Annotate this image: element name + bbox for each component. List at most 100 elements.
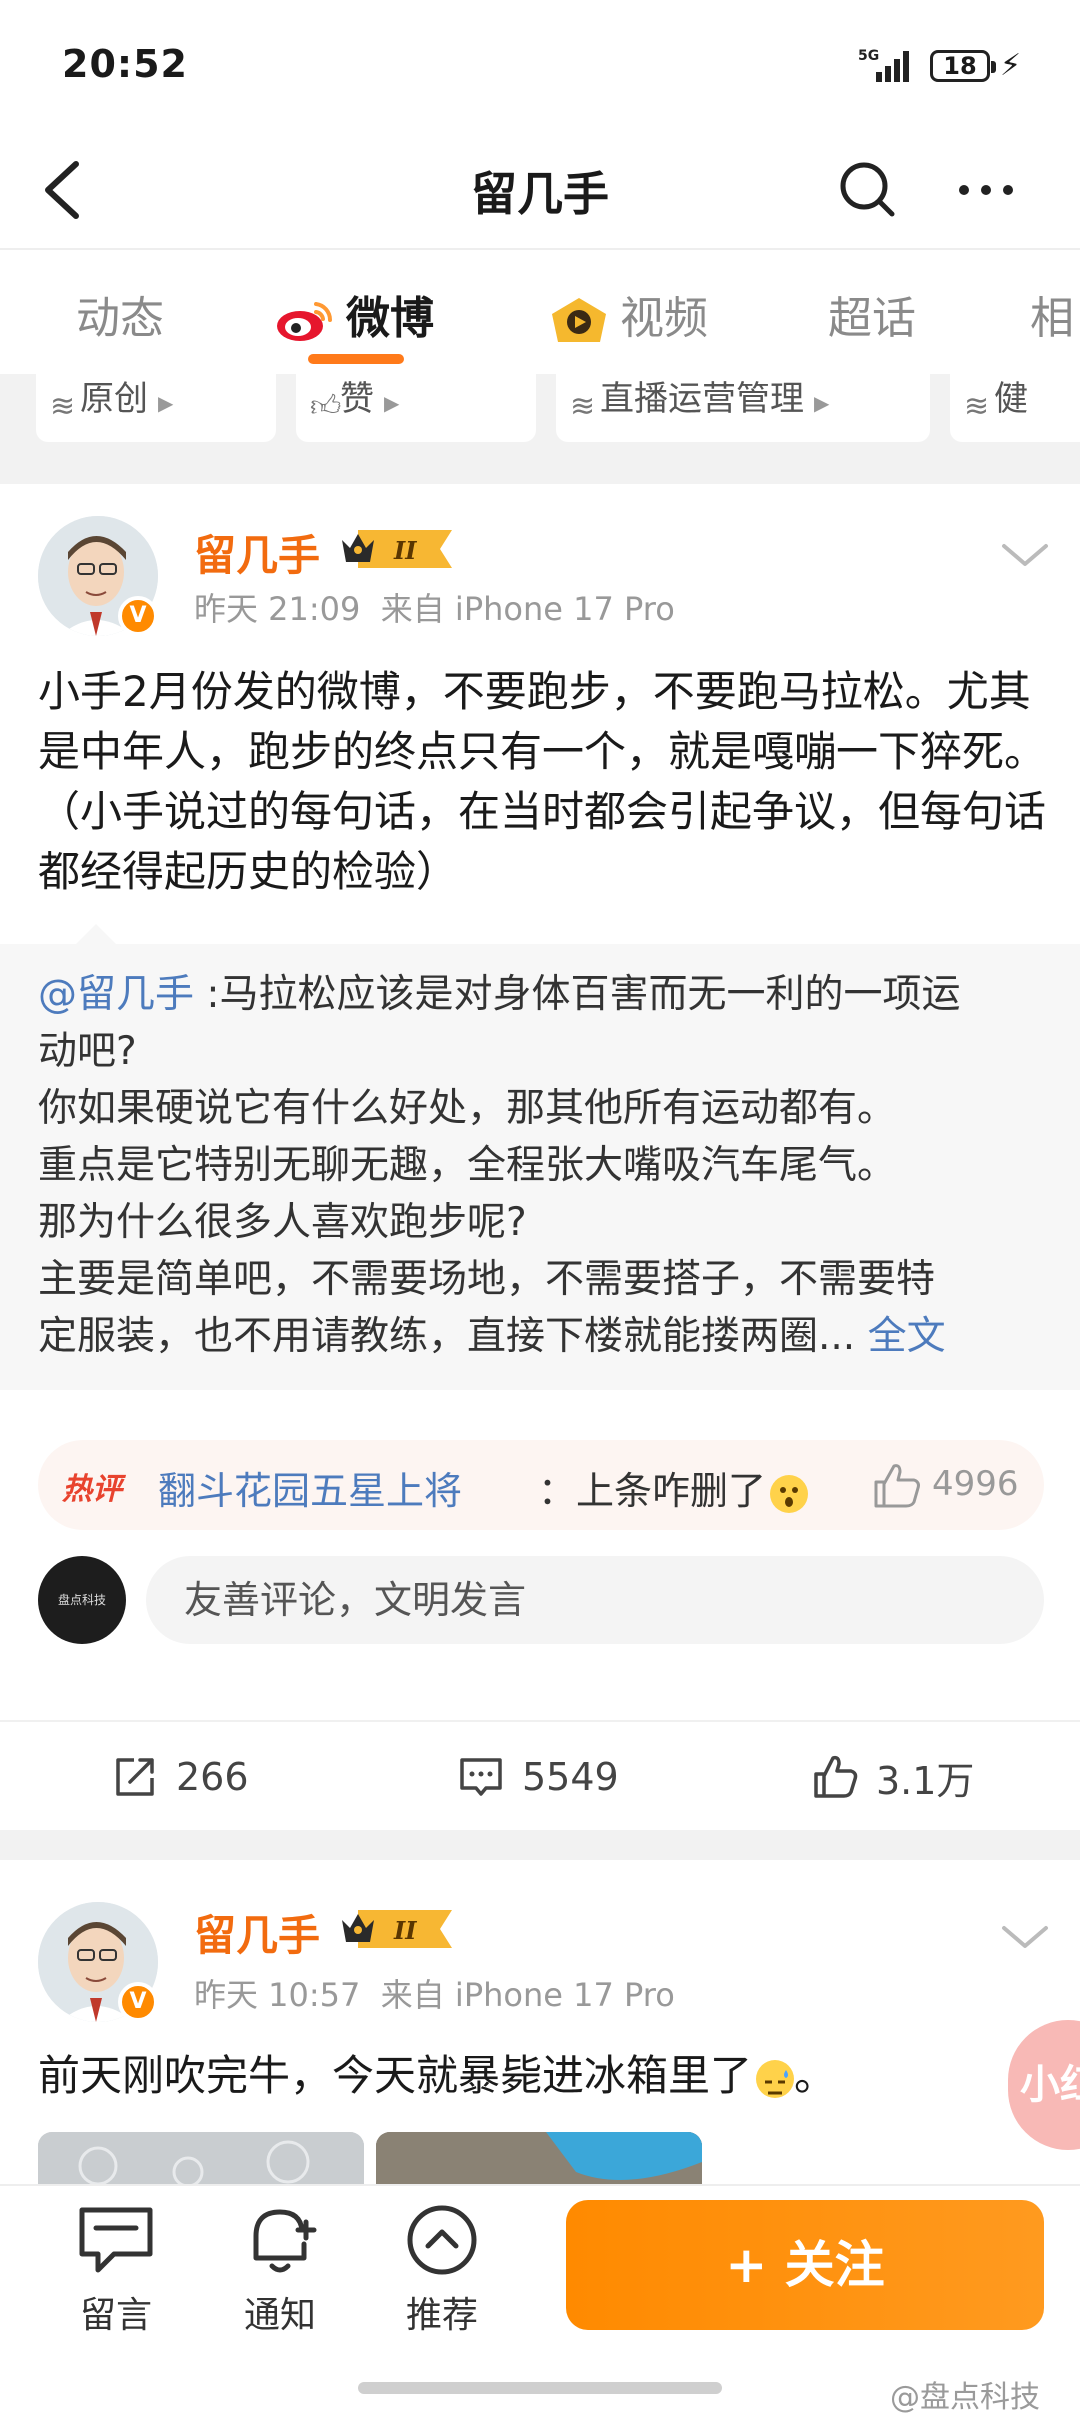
- quote-line: 动吧?: [38, 1029, 137, 1074]
- comment-count: 5549: [522, 1755, 619, 1799]
- chip-label: 原创: [80, 379, 148, 419]
- sweat-emoji-icon: [756, 2059, 795, 2098]
- nav-bar: 留几手: [0, 130, 1080, 250]
- tab-video[interactable]: 视频: [548, 282, 708, 346]
- verified-badge-icon: V: [118, 596, 158, 636]
- post-card: V 留几手 II 昨天 10:57 来自 iPhone 17 Pro 前天刚吹完…: [0, 1860, 1080, 2192]
- tab-super-topic[interactable]: 超话: [828, 282, 916, 346]
- like-button[interactable]: 3.1万: [812, 1752, 974, 1803]
- home-indicator[interactable]: [358, 2382, 722, 2394]
- like-icon[interactable]: [870, 1460, 922, 1510]
- comment-row: 盘点科技: [0, 1550, 1080, 1650]
- repost-count: 266: [176, 1755, 249, 1799]
- vip-level-badge-icon[interactable]: II: [336, 526, 454, 572]
- quote-line: 你如果硬说它有什么好处，那其他所有运动都有。: [38, 1086, 897, 1131]
- thumb-icon: 👍︎: [310, 389, 342, 424]
- hot-comment-tag: 热评: [62, 1472, 122, 1507]
- bell-icon: [253, 2209, 317, 2273]
- page-title: 留几手: [471, 167, 609, 221]
- quote-line: :马拉松应该是对身体百害而无一利的一项运: [194, 972, 961, 1017]
- post-time: 昨天 21:09: [194, 590, 361, 628]
- message-button[interactable]: 留言: [56, 2200, 176, 2338]
- my-avatar-text: 盘点科技: [57, 1593, 106, 1607]
- chip-arrow-icon: ▶: [814, 391, 830, 415]
- section-divider: [0, 1830, 1080, 1860]
- quoted-text: @留几手 :马拉松应该是对身体百害而无一利的一项运 动吧? 你如果硬说它有什么好…: [38, 966, 1048, 1365]
- quote-line: 定服装，也不用请教练，直接下楼就能搂两圈...: [38, 1314, 856, 1359]
- comment-input[interactable]: [146, 1556, 1044, 1644]
- post-meta: 昨天 10:57 来自 iPhone 17 Pro: [194, 1970, 675, 2016]
- message-label: 留言: [79, 2295, 152, 2336]
- section-divider: [0, 464, 1080, 484]
- notify-button[interactable]: 通知: [220, 2200, 340, 2338]
- filter-chip-original[interactable]: ≋ 原创 ▶: [36, 374, 276, 442]
- hot-comment[interactable]: 热评 翻斗花园五星上将 ：上条咋删了 4996: [38, 1440, 1044, 1530]
- comment-icon: [460, 1758, 502, 1796]
- vip-level-badge-icon[interactable]: II: [336, 1906, 454, 1952]
- status-time: 20:52: [62, 42, 188, 86]
- tab-label: 相: [1030, 293, 1074, 344]
- back-arrow-icon[interactable]: [36, 152, 96, 228]
- hot-comment-user[interactable]: 翻斗花园五星上将: [158, 1460, 462, 1515]
- verified-badge-icon: V: [118, 1982, 158, 2022]
- search-icon[interactable]: [836, 156, 900, 224]
- charging-icon: ⚡: [1000, 48, 1022, 83]
- post-action-bar: 266 5549 3.1万: [0, 1720, 1080, 1830]
- post-source: 来自 iPhone 17 Pro: [380, 590, 675, 628]
- network-label: 5G: [858, 48, 879, 64]
- quote-last-line: 定服装，也不用请教练，直接下楼就能搂两圈... 全文: [38, 1308, 1048, 1365]
- chevron-down-icon[interactable]: [1000, 540, 1050, 570]
- tab-album[interactable]: 相: [1030, 282, 1074, 346]
- filter-chip-live-ops[interactable]: ≋ 直播运营管理 ▶: [556, 374, 930, 442]
- my-avatar[interactable]: 盘点科技: [38, 1556, 126, 1644]
- recommend-button[interactable]: 推荐: [382, 2200, 502, 2338]
- follow-button[interactable]: + 关注: [566, 2200, 1044, 2330]
- chip-label: 直播运营管理: [600, 379, 804, 419]
- mention-link[interactable]: @留几手: [38, 972, 194, 1017]
- like-icon: [814, 1755, 858, 1798]
- author-name[interactable]: 留几手: [194, 1902, 320, 1963]
- tab-label: 动态: [76, 293, 164, 344]
- quote-line: 主要是简单吧，不需要场地，不需要搭子，不需要特: [38, 1257, 936, 1302]
- filter-chip-health[interactable]: ≋ 健: [950, 374, 1080, 442]
- message-icon: [79, 2207, 153, 2273]
- notify-label: 通知: [243, 2295, 316, 2336]
- filter-strip: ≋ 原创 ▶ 👍︎ 赞 ▶ ≋ 直播运营管理 ▶ ≋ 健: [0, 374, 1080, 464]
- tab-dynamic[interactable]: 动态: [76, 282, 164, 346]
- repost-button[interactable]: 266: [112, 1752, 249, 1802]
- repost-icon: [116, 1758, 154, 1796]
- post-body-end: 。: [794, 2051, 837, 2100]
- tab-label: 超话: [828, 293, 916, 344]
- active-tab-indicator: [308, 354, 404, 364]
- author-name[interactable]: 留几手: [194, 522, 320, 583]
- post-image[interactable]: [38, 2132, 364, 2192]
- image-content: [38, 2132, 364, 2192]
- post-body-text: 前天刚吹完牛，今天就暴毙进冰箱里了: [38, 2051, 753, 2100]
- post-body[interactable]: 小手2月份发的微博，不要跑步，不要跑马拉松。尤其是中年人，跑步的终点只有一个，就…: [38, 662, 1048, 902]
- status-bar: 20:52 5G 18 ⚡: [0, 0, 1080, 130]
- image-content: [376, 2132, 702, 2192]
- quote-first-line: @留几手 :马拉松应该是对身体百害而无一利的一项运: [38, 966, 1048, 1023]
- chevron-down-icon[interactable]: [1000, 1922, 1050, 1952]
- more-icon[interactable]: [954, 156, 1018, 224]
- post-meta: 昨天 21:09 来自 iPhone 17 Pro: [194, 584, 675, 630]
- recommend-icon: [407, 2205, 477, 2275]
- watermark: @盘点科技: [890, 2380, 1040, 2414]
- video-logo-icon: [552, 298, 606, 342]
- post-source: 来自 iPhone 17 Pro: [380, 1976, 675, 2014]
- layers-icon: ≋: [50, 389, 76, 424]
- signal-icon: 5G: [858, 48, 909, 82]
- profile-tabs: 动态 微博 视频 超话 相: [0, 252, 1080, 374]
- quoted-post[interactable]: @留几手 :马拉松应该是对身体百害而无一利的一项运 动吧? 你如果硬说它有什么好…: [0, 924, 1080, 1390]
- comment-button[interactable]: 5549: [458, 1752, 619, 1802]
- tab-weibo[interactable]: 微博: [274, 282, 434, 346]
- hot-comment-like-count: 4996: [932, 1464, 1019, 1504]
- filter-chip-like[interactable]: 👍︎ 赞 ▶: [296, 374, 536, 442]
- layers-icon: ≋: [570, 389, 596, 424]
- full-text-link[interactable]: 全文: [868, 1314, 946, 1359]
- post-body[interactable]: 前天刚吹完牛，今天就暴毙进冰箱里了。: [38, 2046, 1048, 2106]
- tab-label: 视频: [620, 293, 708, 344]
- tab-label: 微博: [346, 293, 434, 344]
- vip-level: II: [393, 1916, 417, 1945]
- post-image[interactable]: [376, 2132, 702, 2192]
